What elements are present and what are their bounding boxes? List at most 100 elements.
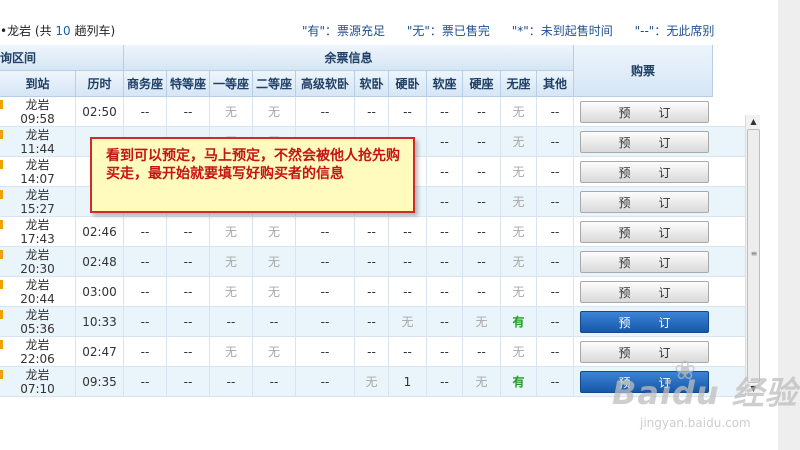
seat-soft-sleeper-cell: -- <box>355 97 389 127</box>
seat-soft-sleeper-cell: -- <box>355 217 389 247</box>
scroll-up-arrow-icon[interactable]: ▲ <box>748 116 759 127</box>
arrival-time: 15:27 <box>20 202 55 216</box>
header-hard-seat: 硬座 <box>463 71 501 97</box>
seat-soft-sleeper-cell: -- <box>355 307 389 337</box>
book-button[interactable]: 预订 <box>580 191 709 213</box>
seat-hard-sleeper-cell: -- <box>389 217 427 247</box>
seat-no-seat-cell: 无 <box>501 217 537 247</box>
seat-other-cell: -- <box>537 277 574 307</box>
seat-soft-seat-cell: -- <box>427 307 463 337</box>
seat-first-class-cell: -- <box>210 307 253 337</box>
seat-business-cell: -- <box>124 307 167 337</box>
book-button[interactable]: 预订 <box>580 251 709 273</box>
book-button[interactable]: 预订 <box>580 221 709 243</box>
seat-other-cell: -- <box>537 217 574 247</box>
table-row: 龙岩 20:30 02:48 -- -- 无无 -- -- -- -- -- 无 -- 预订 <box>0 247 745 277</box>
seat-hard-sleeper-cell: 1 <box>389 367 427 397</box>
seat-soft-seat-cell: -- <box>427 97 463 127</box>
arrival-station: 龙岩 <box>25 98 50 112</box>
arrival-cell: 龙岩 07:10 <box>0 367 76 397</box>
duration-cell: 09:35 <box>76 367 124 397</box>
route-summary: •龙岩 (共 10 趟列车) <box>0 24 116 38</box>
arrival-time: 17:43 <box>20 232 55 246</box>
arrival-time: 20:30 <box>20 262 55 276</box>
seat-soft-seat-cell: -- <box>427 217 463 247</box>
seat-first-class-cell: -- <box>210 367 253 397</box>
scrollbar-thumb[interactable]: ≡ <box>747 129 760 383</box>
header-no-seat: 无座 <box>501 71 537 97</box>
seat-hard-seat-cell: 无 <box>463 307 501 337</box>
seat-soft-sleeper-cell: 无 <box>355 367 389 397</box>
arrival-station: 龙岩 <box>25 248 50 262</box>
header-soft-sleeper: 软卧 <box>355 71 389 97</box>
table-row: 龙岩 09:58 02:50 -- -- 无无 -- -- -- -- -- 无 -- 预订 <box>0 97 745 127</box>
table-row: 龙岩 17:43 02:46 -- -- 无无 -- -- -- -- -- 无 -- 预订 <box>0 217 745 247</box>
arrival-station: 龙岩 <box>25 188 50 202</box>
seat-second-class-cell: 无 <box>253 277 296 307</box>
seat-soft-seat-cell: -- <box>427 367 463 397</box>
seat-soft-seat-cell: -- <box>427 277 463 307</box>
seat-no-seat-cell: 无 <box>501 157 537 187</box>
ticket-table: 询区间 余票信息 到站 历时 商务座 特等座 一等座 二等座 高级软卧 软卧 硬… <box>0 45 760 397</box>
header-arrival-station[interactable]: 到站 <box>0 71 76 97</box>
seat-other-cell: -- <box>537 367 574 397</box>
duration-cell: 02:50 <box>76 97 124 127</box>
header-other: 其他 <box>537 71 574 97</box>
arrival-cell: 龙岩 05:36 <box>0 307 76 337</box>
seat-second-class-cell: -- <box>253 307 296 337</box>
seat-soft-seat-cell: -- <box>427 247 463 277</box>
legend-not-on-sale: "*"：未到起售时间 <box>511 24 613 38</box>
header-first-class: 一等座 <box>210 71 253 97</box>
seat-legend: "有"：票源充足 "无"：票已售完 "*"：未到起售时间 "--"：无此席别 <box>302 22 714 39</box>
seat-other-cell: -- <box>537 127 574 157</box>
arrival-station: 龙岩 <box>25 158 50 172</box>
seat-first-class-cell: 无 <box>210 277 253 307</box>
seat-hard-sleeper-cell: -- <box>389 247 427 277</box>
arrival-time: 07:10 <box>20 382 55 396</box>
seat-second-class-cell: 无 <box>253 247 296 277</box>
arrival-station: 龙岩 <box>25 218 50 232</box>
seat-premium-cell: -- <box>167 217 210 247</box>
book-button[interactable]: 预订 <box>580 101 709 123</box>
seat-soft-sleeper-cell: -- <box>355 277 389 307</box>
seat-second-class-cell: 无 <box>253 337 296 367</box>
arrival-time: 20:44 <box>20 292 55 306</box>
seat-first-class-cell: 无 <box>210 217 253 247</box>
seat-hard-seat-cell: 无 <box>463 367 501 397</box>
train-count: 10 <box>55 24 71 38</box>
book-button[interactable]: 预订 <box>580 311 709 333</box>
header-hard-sleeper: 硬卧 <box>389 71 427 97</box>
baidu-watermark: Baidu 经验 ❀ jingyan.baidu.com <box>600 352 797 442</box>
annotation-callout: 看到可以预定，马上预定，不然会被他人抢先购买走，最开始就要填写好购买者的信息 <box>90 137 415 213</box>
seat-business-cell: -- <box>124 247 167 277</box>
watermark-url: jingyan.baidu.com <box>640 416 751 430</box>
seat-hard-sleeper-cell: 无 <box>389 307 427 337</box>
seat-no-seat-cell: 无 <box>501 127 537 157</box>
seat-hard-sleeper-cell: -- <box>389 97 427 127</box>
arrival-time: 09:58 <box>20 112 55 126</box>
arrival-cell: 龙岩 20:44 <box>0 277 76 307</box>
seat-first-class-cell: 无 <box>210 97 253 127</box>
seat-other-cell: -- <box>537 337 574 367</box>
table-header-top: 询区间 余票信息 <box>0 45 574 71</box>
header-buy: 购票 <box>574 45 713 97</box>
duration-cell: 02:46 <box>76 217 124 247</box>
header-duration[interactable]: 历时 <box>76 71 124 97</box>
book-button[interactable]: 预订 <box>580 161 709 183</box>
seat-business-cell: -- <box>124 367 167 397</box>
seat-business-cell: -- <box>124 277 167 307</box>
seat-no-seat-cell: 无 <box>501 277 537 307</box>
seat-business-cell: -- <box>124 337 167 367</box>
seat-deluxe-sleeper-cell: -- <box>296 97 355 127</box>
book-button[interactable]: 预订 <box>580 131 709 153</box>
seat-deluxe-sleeper-cell: -- <box>296 307 355 337</box>
book-button[interactable]: 预订 <box>580 281 709 303</box>
seat-other-cell: -- <box>537 307 574 337</box>
seat-second-class-cell: 无 <box>253 217 296 247</box>
seat-soft-seat-cell: -- <box>427 157 463 187</box>
scroll-grip-icon: ≡ <box>750 249 758 258</box>
arrival-station: 龙岩 <box>25 128 50 142</box>
seat-hard-seat-cell: -- <box>463 97 501 127</box>
seat-deluxe-sleeper-cell: -- <box>296 367 355 397</box>
table-row: 龙岩 05:36 10:33 -- -- -- -- -- -- 无 -- 无有 -- 预订 <box>0 307 745 337</box>
